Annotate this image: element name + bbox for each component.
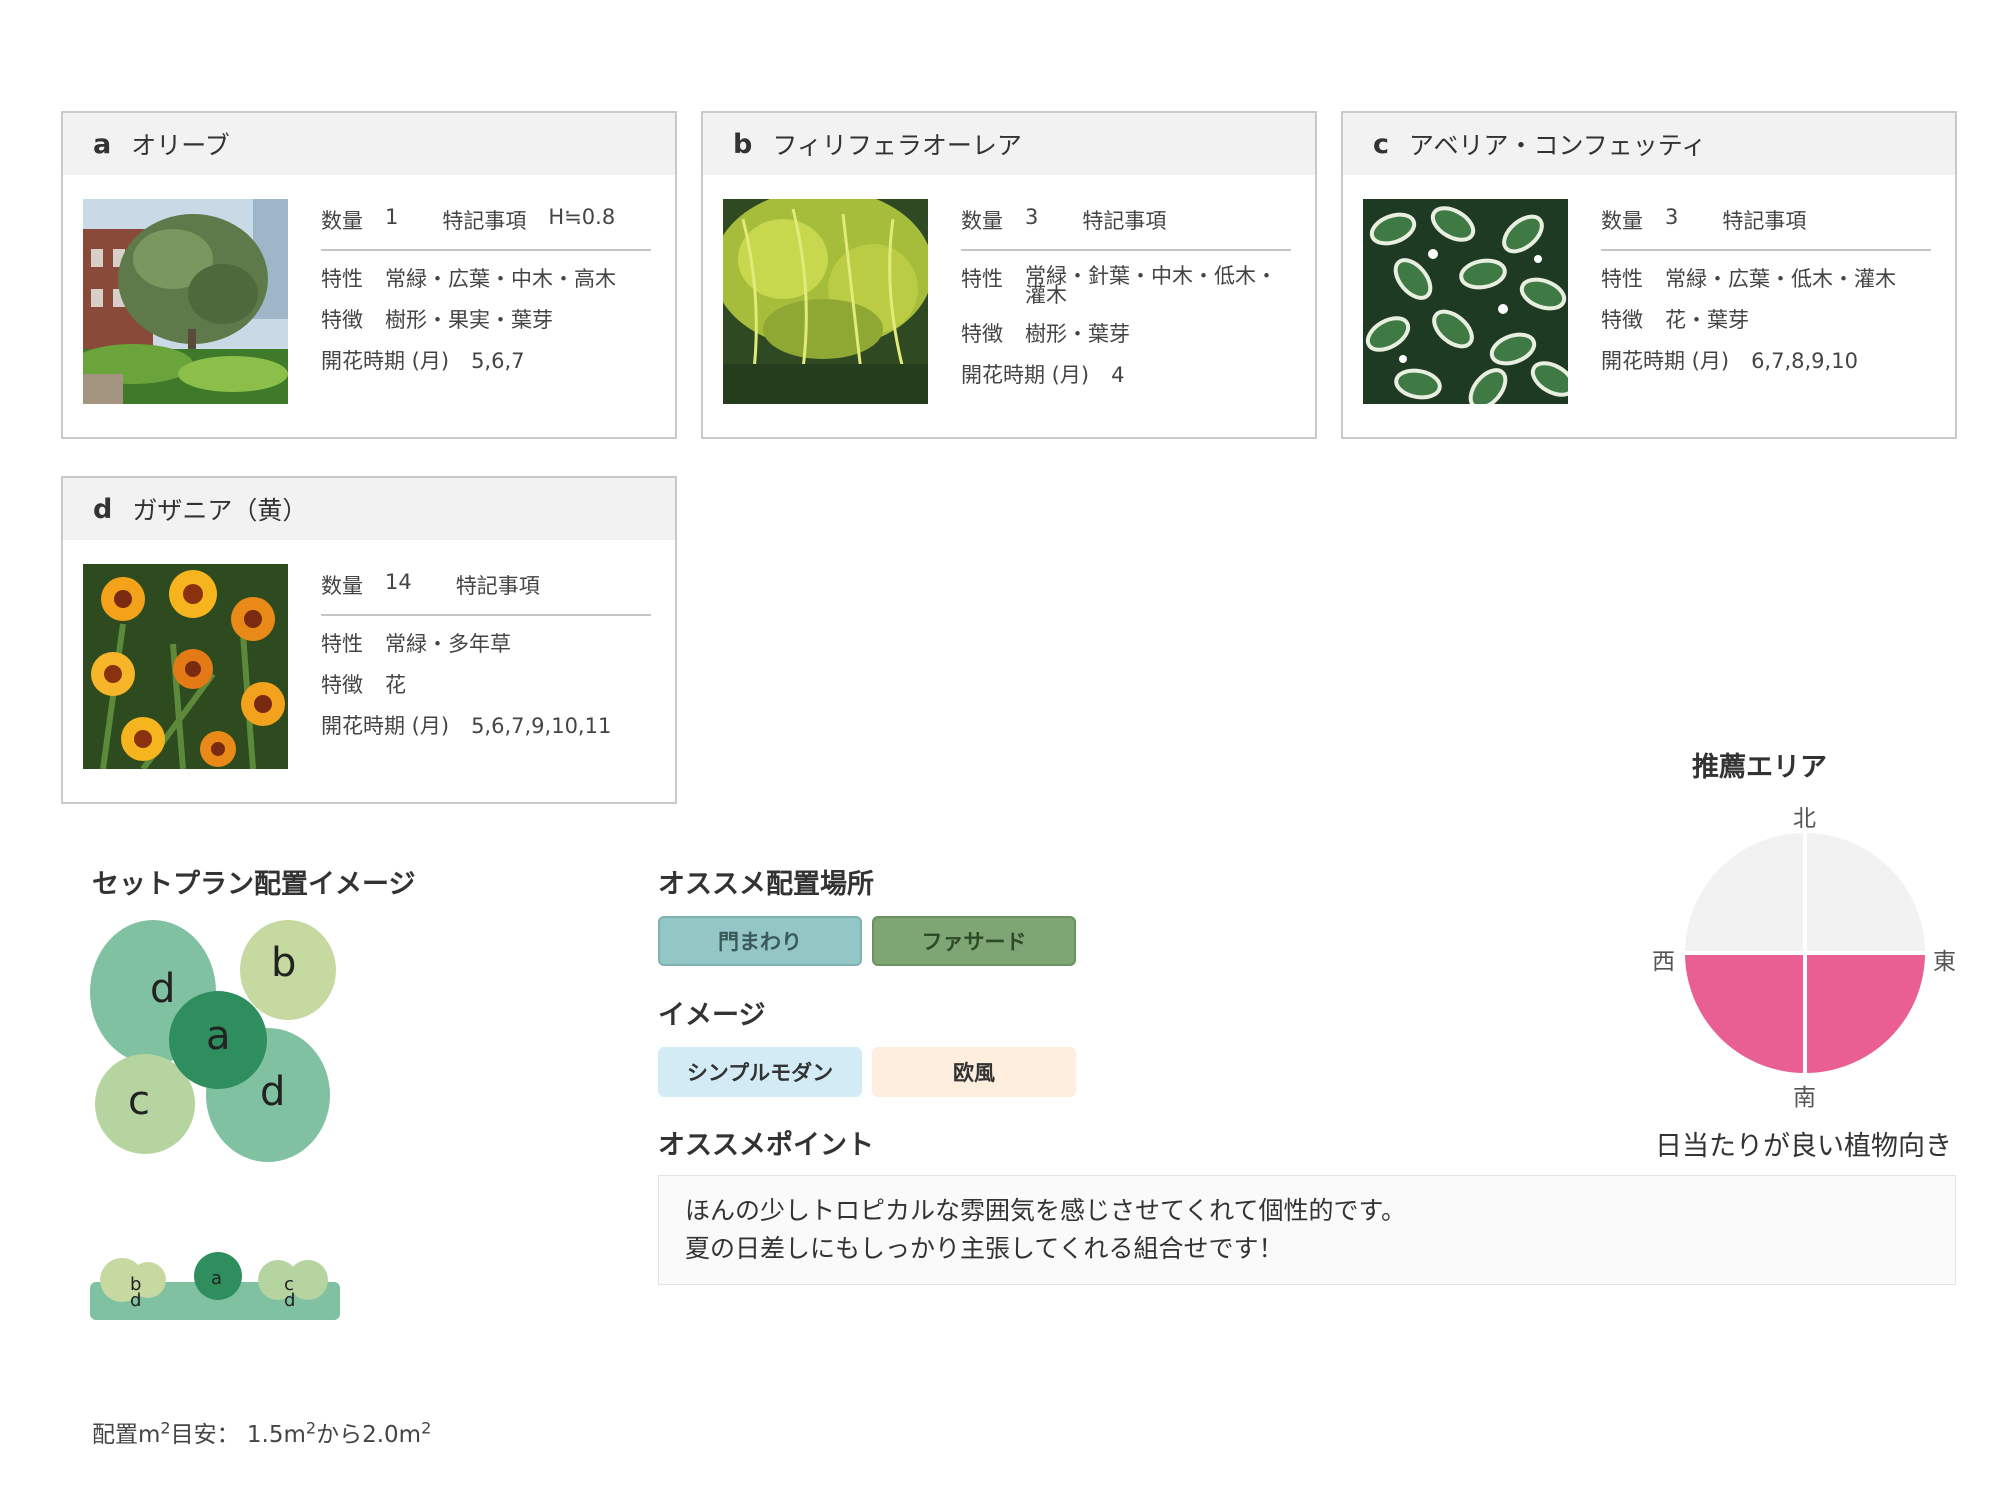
bloom-row: 開花時期 (月) 6,7,8,9,10	[1601, 349, 1858, 373]
sun-compass	[1684, 832, 1926, 1074]
plant-name: オリーブ	[131, 131, 230, 160]
trait-row: 特性 常緑・針葉・中木・低木・灌木	[961, 264, 1277, 307]
plan-label-d2: d	[260, 1069, 285, 1115]
plant-name: フィリフェラオーレア	[772, 131, 1022, 160]
feature-row: 特徴 樹形・葉芽	[961, 322, 1130, 346]
plan-view-diagram: d b a c d	[90, 920, 336, 1162]
point-line-1: ほんの少しトロピカルな雰囲気を感じさせてくれて個性的です。	[685, 1196, 1407, 1225]
plant-card-c: c アベリア・コンフェッティ 数量 3 特記事項 特性 常緑・広葉・低木・灌木 …	[1341, 111, 1957, 439]
trait-row: 特性 常緑・広葉・中木・高木	[321, 267, 616, 291]
card-letter: c	[1373, 128, 1390, 160]
north-label: 北	[1793, 806, 1816, 832]
trait-row: 特性 常緑・多年草	[321, 632, 511, 656]
bloom-row: 開花時期 (月) 5,6,7	[321, 349, 525, 373]
plant-info: 数量 3 特記事項 特性 常緑・針葉・中木・低木・灌木 特徴 樹形・葉芽 開花時期 …	[961, 205, 1291, 387]
qty-label: 数量	[321, 209, 363, 233]
plan-label-c: c	[128, 1078, 150, 1124]
area-estimate: 配置m2目安： 1.5m2から2.0m2	[92, 1418, 432, 1448]
east-label: 東	[1933, 949, 1956, 975]
feature-row: 特徴 花・葉芽	[1601, 308, 1749, 332]
card-header: d ガザニア（黄）	[63, 478, 675, 540]
olive-photo	[83, 199, 288, 404]
plant-card-a: a オリーブ 数量 1 特記事項 H≒0.8 特性 常緑・広葉・中木・高木 特徴樹…	[61, 111, 677, 439]
note-value: H≒0.8	[548, 205, 616, 229]
filifera-photo	[723, 199, 928, 404]
quantity-row: 数量 3 特記事項	[1601, 205, 1931, 251]
bloom-row: 開花時期 (月) 4	[961, 363, 1125, 387]
area-title: 推薦エリア	[1692, 752, 1827, 783]
note-label: 特記事項	[455, 574, 540, 598]
quantity-row: 数量 14 特記事項	[321, 570, 651, 616]
trait-row: 特性 常緑・広葉・低木・灌木	[1601, 267, 1896, 291]
plan-label-d1: d	[150, 966, 175, 1012]
plant-info: 数量 1 特記事項 H≒0.8 特性 常緑・広葉・中木・高木 特徴 樹形・果実・葉芽…	[321, 205, 651, 373]
side-view-diagram: b d a c d	[90, 1252, 340, 1320]
area-caption: 日当たりが良い植物向き	[1655, 1131, 1952, 1162]
image-tag-simple-modern: シンプルモダン	[658, 1047, 862, 1097]
plant-name: ガザニア（黄）	[132, 496, 308, 525]
plant-info: 数量 14 特記事項 特性 常緑・多年草 特徴花 開花時期 (月) 5,6,7,9,…	[321, 570, 651, 738]
qty-label: 数量	[961, 209, 1003, 233]
plant-card-d: d ガザニア（黄） 数量 14 特記事項 特性 常緑・多年草 特徴 花 開花時期…	[61, 476, 677, 804]
side-label-d1: d	[130, 1290, 141, 1311]
image-tag-european: 欧風	[872, 1047, 1076, 1097]
quantity-row: 数量 3 特記事項	[961, 205, 1291, 251]
placement-tag-facade: ファサード	[872, 916, 1076, 966]
placement-tag-gate: 門まわり	[658, 916, 862, 966]
plant-name: アベリア・コンフェッティ	[1409, 131, 1707, 160]
abelia-photo	[1363, 199, 1568, 404]
feature-row: 特徴花	[321, 673, 406, 697]
note-label: 特記事項	[442, 209, 527, 233]
card-letter: a	[93, 128, 112, 160]
note-label: 特記事項	[1722, 209, 1807, 233]
south-label: 南	[1793, 1085, 1816, 1111]
placement-title: オススメ配置場所	[658, 869, 874, 900]
quantity-row: 数量 1 特記事項 H≒0.8	[321, 205, 651, 251]
point-title: オススメポイント	[658, 1130, 874, 1161]
image-title: イメージ	[658, 1000, 766, 1031]
plan-label-a: a	[206, 1013, 231, 1059]
card-header: c アベリア・コンフェッティ	[1343, 113, 1955, 175]
qty-value: 3	[1665, 205, 1679, 229]
plan-label-b: b	[271, 940, 296, 986]
point-line-2: 夏の日差しにもしっかり主張してくれる組合せです！	[685, 1234, 1284, 1263]
layout-title: セットプラン配置イメージ	[92, 869, 416, 900]
qty-value: 3	[1025, 205, 1039, 229]
note-label: 特記事項	[1082, 209, 1167, 233]
qty-value: 1	[385, 205, 399, 229]
west-label: 西	[1652, 949, 1675, 975]
card-letter: b	[733, 128, 753, 160]
point-box: ほんの少しトロピカルな雰囲気を感じさせてくれて個性的です。 夏の日差しにもしっか…	[658, 1175, 1956, 1285]
qty-label: 数量	[1601, 209, 1643, 233]
plant-card-b: b フィリフェラオーレア 数量 3 特記事項 特性 常緑・針葉・中木・低木・灌木 …	[701, 111, 1317, 439]
plant-info: 数量 3 特記事項 特性 常緑・広葉・低木・灌木 特徴 花・葉芽 開花時期 (月) 6…	[1601, 205, 1931, 373]
qty-label: 数量	[321, 574, 363, 598]
side-label-a: a	[211, 1268, 222, 1289]
side-label-d2: d	[284, 1290, 295, 1311]
card-letter: d	[93, 493, 113, 525]
card-header: b フィリフェラオーレア	[703, 113, 1315, 175]
card-header: a オリーブ	[63, 113, 675, 175]
bloom-row: 開花時期 (月) 5,6,7,9,10,11	[321, 714, 612, 738]
feature-row: 特徴 樹形・果実・葉芽	[321, 308, 553, 332]
gazania-photo	[83, 564, 288, 769]
qty-value: 14	[385, 570, 412, 594]
